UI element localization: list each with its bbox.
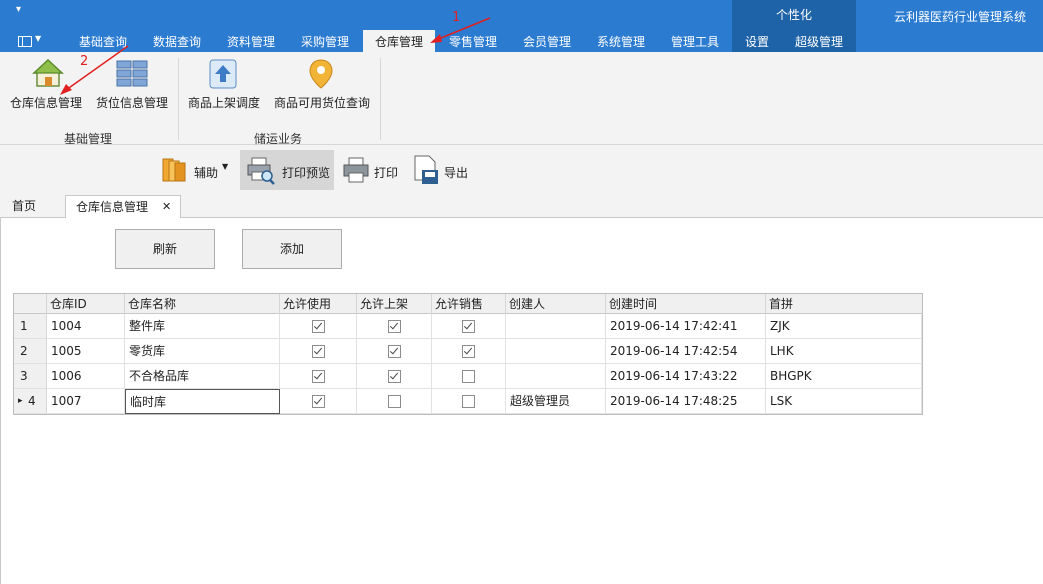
annotation-step-1: 1 xyxy=(452,10,461,25)
annotation-step-2: 2 xyxy=(80,54,89,69)
annotation-arrowhead-2 xyxy=(60,84,72,95)
annotation-arrowhead-1 xyxy=(430,34,442,43)
annotation-overlay xyxy=(60,17,491,95)
annotation-arrow-2 xyxy=(65,45,129,91)
annotation-arrow-1 xyxy=(435,17,491,41)
